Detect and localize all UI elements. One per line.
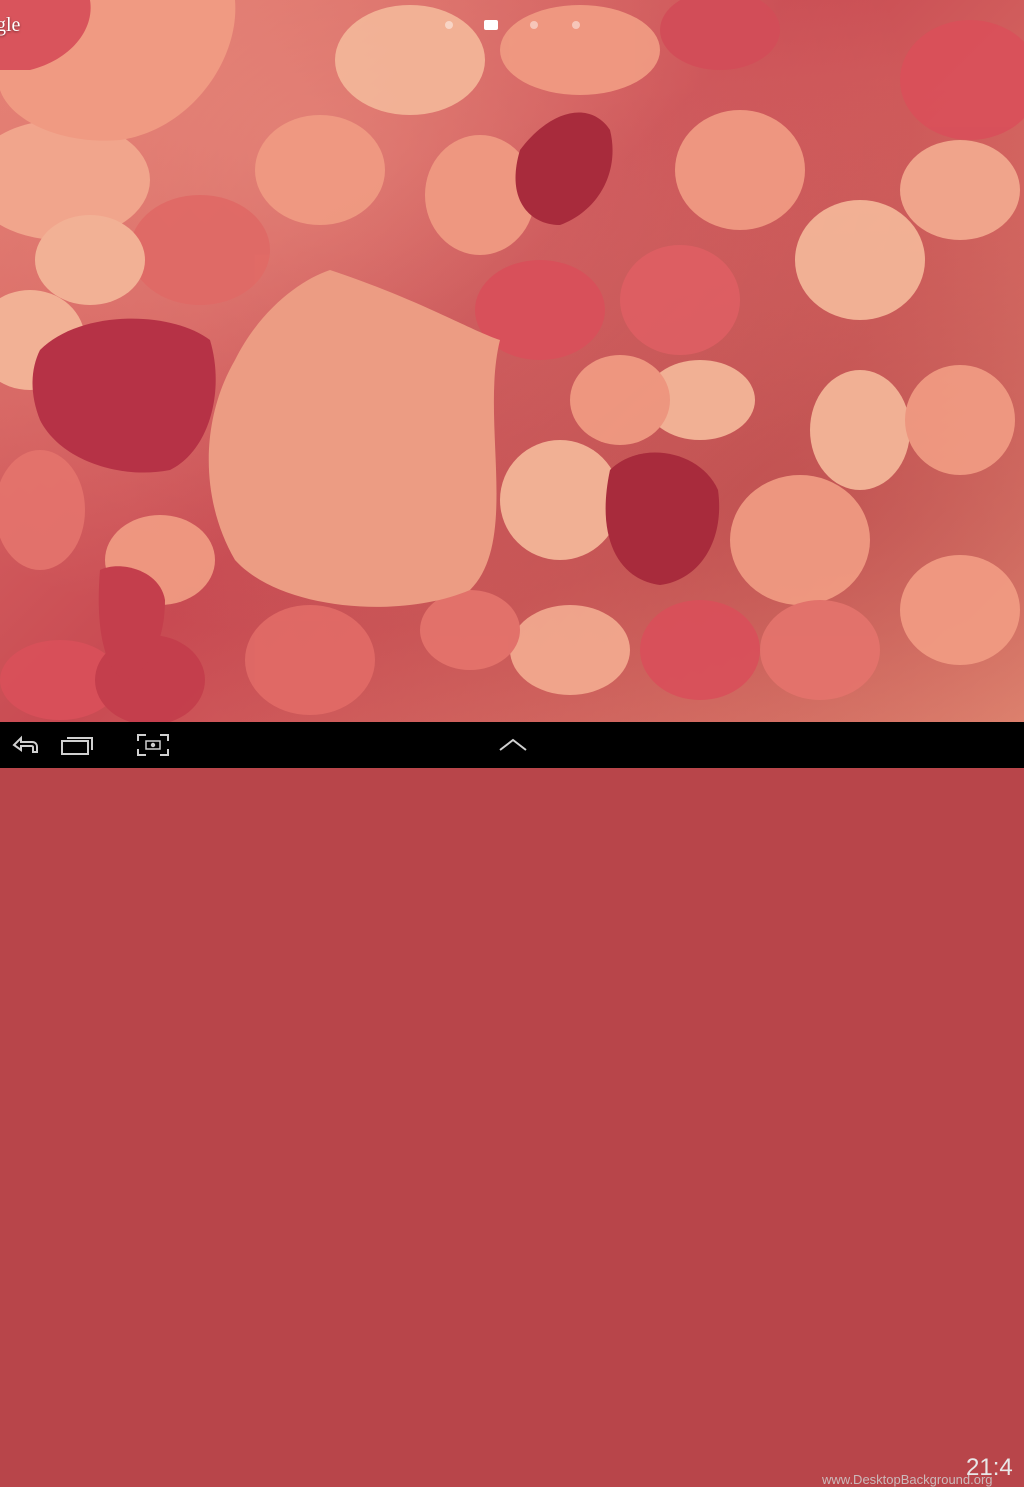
recent-apps-icon [61, 737, 93, 755]
app-drawer-button[interactable] [488, 728, 538, 762]
screenshot-icon [137, 734, 169, 756]
page-dot [445, 21, 453, 29]
chevron-up-icon [499, 738, 527, 751]
back-arrow-icon [12, 735, 38, 753]
wallpaper [0, 0, 1024, 722]
page-dot [530, 21, 538, 29]
clock[interactable]: 21:4 [966, 1454, 1013, 1482]
recent-apps-button[interactable] [52, 728, 102, 762]
page-indicator [440, 18, 590, 34]
back-button[interactable] [0, 728, 50, 762]
page-dot [572, 21, 580, 29]
google-search-label[interactable]: gle [0, 14, 20, 37]
screenshot-button[interactable] [128, 728, 178, 762]
page-dot-active [484, 20, 498, 30]
rose-petals-image [0, 0, 1024, 722]
navigation-bar: www.DesktopBackground.org 21:4 [0, 722, 1024, 1487]
